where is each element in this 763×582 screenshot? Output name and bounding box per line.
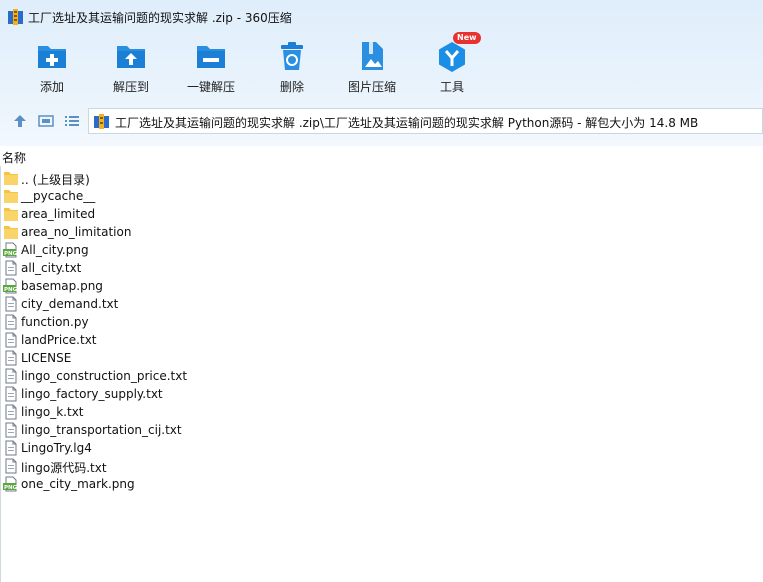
file-icon xyxy=(5,386,17,402)
extract-folder-icon xyxy=(117,46,145,68)
list-item[interactable]: landPrice.txt xyxy=(0,331,763,349)
file-icon xyxy=(5,404,17,420)
add-folder-icon xyxy=(38,46,66,68)
file-icon xyxy=(5,260,17,276)
extract-to-label: 解压到 xyxy=(112,80,149,94)
add-button[interactable]: 添加 xyxy=(17,36,87,98)
file-icon xyxy=(5,458,17,474)
list-item-name: All_city.png xyxy=(21,243,89,257)
list-item[interactable]: PNG basemap.png xyxy=(0,277,763,295)
file-icon xyxy=(5,440,17,456)
list-item-name: one_city_mark.png xyxy=(21,477,135,491)
image-compress-button[interactable]: 图片压缩 xyxy=(337,36,407,98)
tools-label: 工具 xyxy=(439,80,464,94)
list-item-name: landPrice.txt xyxy=(21,333,97,347)
window-title: 工厂选址及其运输问题的现实求解 .zip - 360压缩 xyxy=(28,11,292,25)
list-item-name: lingo_k.txt xyxy=(21,405,84,419)
list-item[interactable]: area_limited xyxy=(0,205,763,223)
file-list: .. (上级目录) __pycache__ area_limited area_no_… xyxy=(0,169,763,493)
one-click-extract-button[interactable]: 一键解压 xyxy=(176,36,246,98)
recycle-bin-icon xyxy=(281,42,303,70)
file-icon xyxy=(5,332,17,348)
list-item[interactable]: city_demand.txt xyxy=(0,295,763,313)
list-item-name: .. (上级目录) xyxy=(21,173,90,187)
image-file-icon: PNG xyxy=(3,476,18,492)
delete-label: 删除 xyxy=(279,80,304,94)
file-icon xyxy=(5,296,17,312)
column-header-name[interactable]: 名称 xyxy=(0,146,763,166)
toolbar: 添加 解压到 一键解压 删除 图片压缩 New 工具 xyxy=(0,32,763,100)
folder-icon xyxy=(4,226,18,239)
list-item-name: lingo_factory_supply.txt xyxy=(21,387,163,401)
list-item[interactable]: PNG All_city.png xyxy=(0,241,763,259)
list-item[interactable]: function.py xyxy=(0,313,763,331)
list-item[interactable]: lingo_factory_supply.txt xyxy=(0,385,763,403)
list-item-name: lingo_transportation_cij.txt xyxy=(21,423,182,437)
image-file-icon: PNG xyxy=(3,242,18,258)
file-icon xyxy=(5,350,17,366)
path-bar[interactable]: 工厂选址及其运输问题的现实求解 .zip\工厂选址及其运输问题的现实求解 Pyt… xyxy=(88,108,763,134)
new-badge: New xyxy=(453,32,481,44)
list-item[interactable]: all_city.txt xyxy=(0,259,763,277)
title-bar: 工厂选址及其运输问题的现实求解 .zip - 360压缩 xyxy=(0,0,763,34)
list-item-name: lingo源代码.txt xyxy=(21,461,107,475)
list-item-name: function.py xyxy=(21,315,89,329)
list-item[interactable]: lingo源代码.txt xyxy=(0,457,763,475)
list-item[interactable]: lingo_k.txt xyxy=(0,403,763,421)
thumbnail-view-icon[interactable] xyxy=(38,113,54,129)
list-item-name: LingoTry.lg4 xyxy=(21,441,92,455)
list-item[interactable]: LICENSE xyxy=(0,349,763,367)
list-item[interactable]: .. (上级目录) xyxy=(0,169,763,187)
list-item-name: city_demand.txt xyxy=(21,297,119,311)
delete-button[interactable]: 删除 xyxy=(257,36,327,98)
list-item[interactable]: __pycache__ xyxy=(0,187,763,205)
one-click-folder-icon xyxy=(197,46,225,68)
list-item-name: lingo_construction_price.txt xyxy=(21,369,188,383)
list-item[interactable]: lingo_construction_price.txt xyxy=(0,367,763,385)
archive-app-icon xyxy=(8,9,23,25)
list-item-name: LICENSE xyxy=(21,351,72,365)
list-item[interactable]: PNG one_city_mark.png xyxy=(0,475,763,493)
list-view-icon[interactable] xyxy=(64,113,80,129)
extract-to-button[interactable]: 解压到 xyxy=(96,36,166,98)
svg-text:PNG: PNG xyxy=(4,485,18,491)
folder-icon xyxy=(4,172,18,185)
up-arrow-icon[interactable] xyxy=(12,113,28,129)
image-compress-label: 图片压缩 xyxy=(347,80,396,94)
list-item[interactable]: LingoTry.lg4 xyxy=(0,439,763,457)
list-item-name: area_no_limitation xyxy=(21,225,132,239)
list-item-name: basemap.png xyxy=(21,279,103,293)
svg-text:PNG: PNG xyxy=(4,251,18,257)
file-icon xyxy=(5,422,17,438)
svg-text:PNG: PNG xyxy=(4,287,18,293)
list-item[interactable]: lingo_transportation_cij.txt xyxy=(0,421,763,439)
path-text: 工厂选址及其运输问题的现实求解 .zip\工厂选址及其运输问题的现实求解 Pyt… xyxy=(115,116,699,130)
archive-icon xyxy=(94,114,109,129)
list-item[interactable]: area_no_limitation xyxy=(0,223,763,241)
column-name-label: 名称 xyxy=(2,151,27,165)
file-icon xyxy=(5,314,17,330)
add-label: 添加 xyxy=(39,80,64,94)
folder-icon xyxy=(4,208,18,221)
image-compress-icon xyxy=(362,42,383,70)
list-item-name: all_city.txt xyxy=(21,261,82,275)
image-file-icon: PNG xyxy=(3,278,18,294)
file-icon xyxy=(5,368,17,384)
list-item-name: area_limited xyxy=(21,207,96,221)
tools-button[interactable]: New 工具 xyxy=(417,32,487,98)
folder-icon xyxy=(4,190,18,203)
one-click-extract-label: 一键解压 xyxy=(186,80,235,94)
list-item-name: __pycache__ xyxy=(21,189,96,203)
tools-icon xyxy=(439,42,465,72)
